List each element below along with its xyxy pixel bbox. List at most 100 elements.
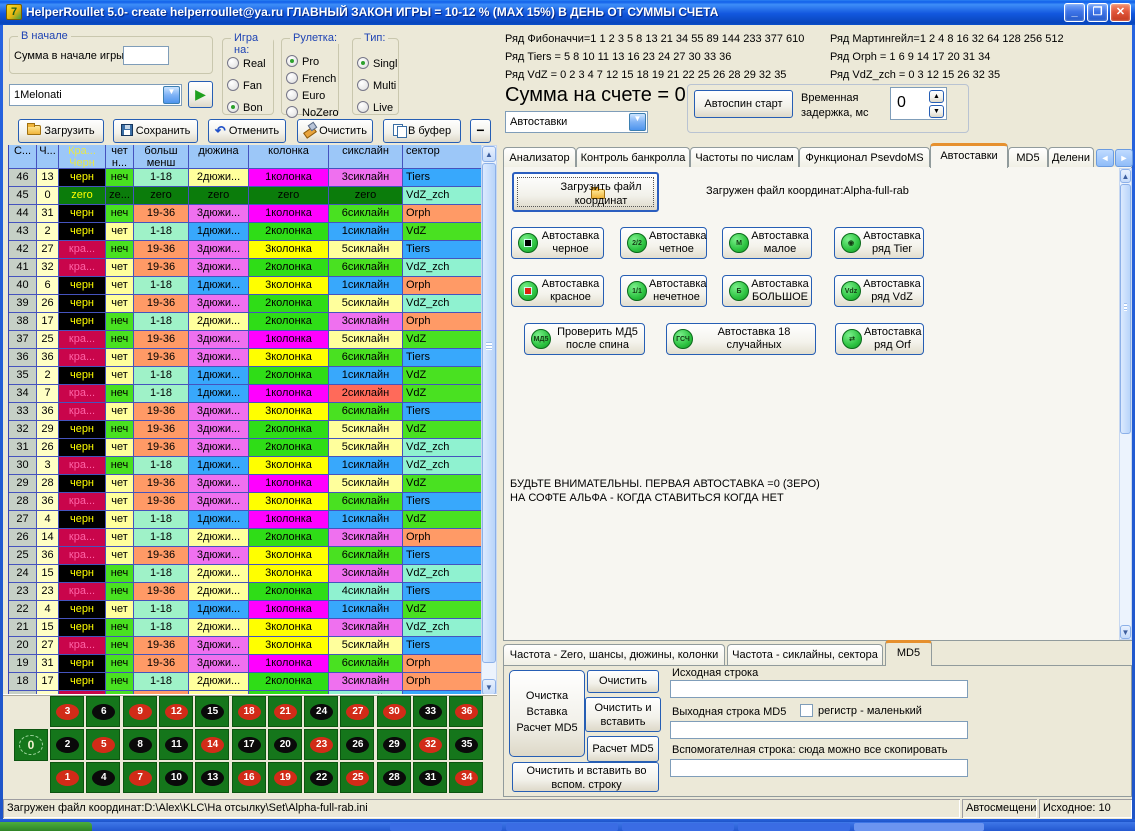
roulette-cell-31[interactable]: 31 [413,762,447,793]
start-button[interactable] [0,822,92,831]
register-checkbox[interactable] [800,704,813,717]
bet-button-3[interactable]: ◉Автоставка ряд Tier [834,227,924,259]
table-row[interactable]: 406чернчет1-181дюжи...3колонка1сиклайнOr… [9,277,481,295]
roulette-cell-7[interactable]: 7 [123,762,157,793]
autobets-combobox[interactable]: Автоставки ▼ [505,111,648,133]
roulette-cell-14[interactable]: 14 [195,729,229,760]
aux-string-input[interactable] [670,759,968,777]
bottom-tab-2[interactable]: MD5 [885,640,932,666]
roulette-cell-26[interactable]: 26 [340,729,374,760]
table-row[interactable]: 4227кра...неч19-363дюжи...3колонка5сикла… [9,241,481,259]
bet-button-1[interactable]: 2/2Автоставка четное [620,227,707,259]
collapse-minus-button[interactable]: − [470,119,491,143]
radio-icon[interactable] [286,89,298,101]
bet-button-5[interactable]: 1/1Автоставка нечетное [620,275,707,307]
close-button[interactable]: ✕ [1110,3,1131,22]
table-row[interactable]: 450zeroze...zerozerozerozeroVdZ_zch [9,187,481,205]
roulette-cell-23[interactable]: 23 [304,729,338,760]
roulette-cell-27[interactable]: 27 [340,696,374,727]
roulette-cell-33[interactable]: 33 [413,696,447,727]
scroll-down-icon[interactable]: ▼ [1120,625,1131,639]
tabs-scroll-left-icon[interactable]: ◄ [1096,149,1114,167]
radio-option-fan[interactable]: Fan [227,79,262,92]
roulette-cell-2[interactable]: 2 [50,729,84,760]
table-scrollbar[interactable]: ▲ ▼ [481,145,497,694]
bet-button-6[interactable]: БАвтоставка БОЛЬШОЕ [722,275,812,307]
taskbar-button-active[interactable] [854,823,984,831]
autospin-start-button[interactable]: Автоспин старт [694,90,793,118]
radio-icon[interactable] [286,55,298,67]
taskbar-button[interactable] [622,823,734,831]
roulette-cell-36[interactable]: 36 [449,696,483,727]
clear-and-paste-button[interactable]: Очистить и вставить [585,697,661,732]
roulette-cell-9[interactable]: 9 [123,696,157,727]
roulette-cell-10[interactable]: 10 [159,762,193,793]
table-row[interactable]: 303кра...неч1-181дюжи...3колонка1сиклайн… [9,457,481,475]
radio-icon[interactable] [357,101,369,113]
radio-icon[interactable] [227,101,239,113]
spinner-down-icon[interactable]: ▼ [929,105,944,118]
start-sum-input[interactable] [123,46,169,65]
radio-option-multi[interactable]: Multi [357,79,396,92]
radio-option-real[interactable]: Real [227,57,266,70]
roulette-cell-32[interactable]: 32 [413,729,447,760]
bet-button-7[interactable]: VdzАвтоставка ряд VdZ [834,275,924,307]
taskbar-button[interactable] [390,823,502,831]
table-row[interactable]: 352чернчет1-181дюжи...2колонка1сиклайнVd… [9,367,481,385]
chevron-down-icon[interactable]: ▼ [163,86,180,104]
table-row[interactable]: 432чернчет1-181дюжи...2колонка1сиклайнVd… [9,223,481,241]
tab-panel-scrollbar[interactable]: ▲ ▼ [1119,168,1132,640]
radio-option-singl[interactable]: Singl [357,57,397,70]
preset-combobox[interactable]: 1Melonati ▼ [9,84,182,106]
roulette-cell-18[interactable]: 18 [232,696,266,727]
roulette-cell-11[interactable]: 11 [159,729,193,760]
в буфер-button[interactable]: В буфер [383,119,461,143]
roulette-cell-6[interactable]: 6 [86,696,120,727]
table-row[interactable]: 1931черннеч19-363дюжи...1колонка6сиклайн… [9,655,481,673]
spinner-up-icon[interactable]: ▲ [929,90,944,103]
spins-table[interactable]: С...Ч...Кра...четбольшдюжинаколонкасиксл… [8,145,481,694]
сохранить-button[interactable]: Сохранить [113,119,198,143]
bottom-tab-0[interactable]: Частота - Zero, шансы, дюжины, колонки [503,644,725,666]
tab-контроль-банкролла[interactable]: Контроль банкролла [576,147,690,168]
roulette-cell-17[interactable]: 17 [232,729,266,760]
table-scrollbar-thumb[interactable] [482,163,496,663]
bottom-tab-1[interactable]: Частота - сиклайны, сектора [727,644,883,666]
roulette-cell-34[interactable]: 34 [449,762,483,793]
roulette-cell-29[interactable]: 29 [377,729,411,760]
table-row[interactable]: 2928чернчет19-363дюжи...1колонка5сиклайн… [9,475,481,493]
table-row[interactable]: 3336кра...чет19-363дюжи...3колонка6сикла… [9,403,481,421]
roulette-cell-25[interactable]: 25 [340,762,374,793]
radio-option-live[interactable]: Live [357,101,393,114]
title-bar[interactable]: 7 HelperRoullet 5.0- create helperroulle… [0,0,1135,25]
delay-spinner[interactable]: 0 ▲ ▼ [890,87,947,120]
tab-частоты-по-числам[interactable]: Частоты по числам [690,147,799,168]
bet-button-2[interactable]: МАвтоставка малое [722,227,812,259]
load-coords-button[interactable]: Загрузить файл координат [512,172,659,212]
scroll-up-icon[interactable]: ▲ [482,146,496,162]
radio-option-pro[interactable]: Pro [286,55,319,68]
radio-option-french[interactable]: French [286,72,336,85]
table-row[interactable]: 224чернчет1-181дюжи...1колонка1сиклайнVd… [9,601,481,619]
tab-автоставки[interactable]: Автоставки [930,143,1008,168]
radio-icon[interactable] [286,106,298,118]
clear-paste-aux-button[interactable]: Очистить и вставить во вспом. строку [512,762,659,792]
calc-md5-button[interactable]: Расчет MD5 [587,736,659,762]
tab-md5[interactable]: MD5 [1008,147,1048,168]
table-row[interactable]: 2836кра...чет19-363дюжи...3колонка6сикла… [9,493,481,511]
roulette-cell-35[interactable]: 35 [449,729,483,760]
chevron-down-icon[interactable]: ▼ [629,113,646,131]
radio-icon[interactable] [227,79,239,91]
tab-panel-scrollbar-thumb[interactable] [1120,184,1131,434]
radio-option-euro[interactable]: Euro [286,89,325,102]
minimize-button[interactable]: _ [1064,3,1085,22]
bet-button-4[interactable]: Автоставка красное [511,275,604,307]
table-row[interactable]: 347кра...неч1-181дюжи...1колонка2сиклайн… [9,385,481,403]
play-button[interactable]: ▶ [188,81,213,108]
table-row[interactable]: 2614кра...чет1-182дюжи...2колонка3сиклай… [9,529,481,547]
bet-button-9[interactable]: ГСЧАвтоставка 18 случайных [666,323,816,355]
roulette-cell-5[interactable]: 5 [86,729,120,760]
bet-button-0[interactable]: Автоставка черное [511,227,604,259]
tab-функционал-psevdoms[interactable]: Функционал PsevdoMS [799,147,930,168]
taskbar[interactable] [0,822,1135,831]
